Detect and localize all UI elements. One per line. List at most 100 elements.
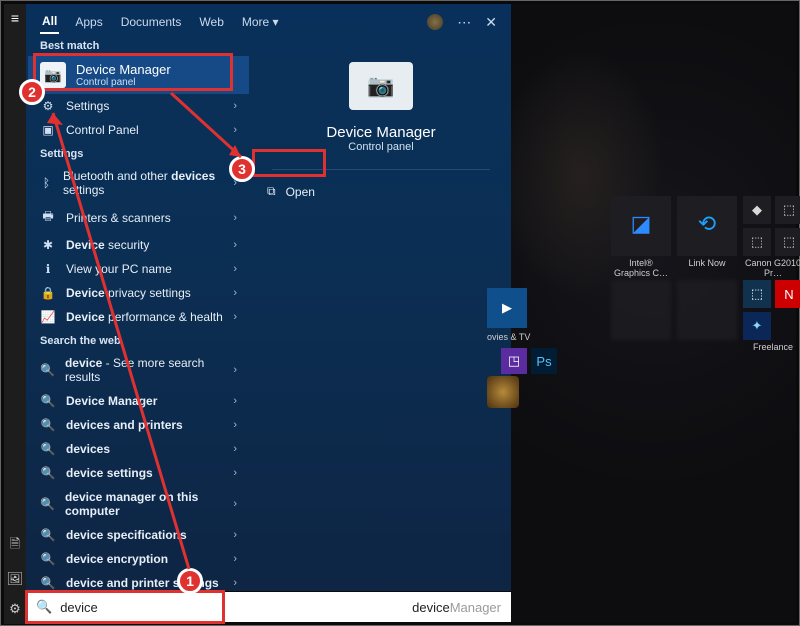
- search-icon: 🔍: [40, 418, 56, 432]
- settings-list-item[interactable]: 🔒 Device privacy settings ›: [26, 281, 251, 305]
- movies-tv-label: ovies & TV: [487, 332, 530, 342]
- chevron-right-icon: ›: [233, 239, 237, 251]
- result-icon: ℹ: [40, 262, 56, 276]
- search-icon: 🔍: [36, 599, 52, 615]
- result-label: devices: [66, 442, 110, 456]
- result-label: device encryption: [66, 552, 168, 566]
- result-label: devices and printers: [66, 418, 183, 432]
- app-tile-icon[interactable]: ◳: [501, 348, 527, 374]
- tab-web[interactable]: Web: [197, 11, 225, 33]
- chevron-right-icon: ›: [233, 443, 237, 455]
- result-icon: ᛒ: [40, 176, 53, 190]
- device-manager-icon: 📷: [40, 62, 66, 88]
- tile-canon-printer[interactable]: ◆ ⬚ ⬚ ⬚ Canon G2010 Pr…: [743, 196, 800, 272]
- rail-icon-document[interactable]: 🗎: [4, 528, 26, 564]
- mini-tile-icon[interactable]: ⬚: [775, 228, 800, 256]
- tile-link-now[interactable]: ⟲ Link Now: [677, 196, 737, 272]
- best-match-item[interactable]: 📷 Device Manager Control panel: [28, 56, 249, 94]
- chevron-right-icon: ›: [233, 100, 237, 112]
- chevron-right-icon: ›: [233, 498, 237, 510]
- result-label: device manager on this computer: [65, 490, 223, 518]
- chevron-right-icon: ›: [233, 311, 237, 323]
- web-list-item[interactable]: 🔍 device manager on this computer ›: [26, 485, 251, 523]
- rail-icon-pictures[interactable]: 🖼: [4, 564, 26, 594]
- preview-app-icon: 📷: [349, 62, 413, 110]
- search-panel: All Apps Documents Web More ▾ ⋯ ✕ Best m…: [26, 4, 511, 591]
- chevron-right-icon: ›: [233, 177, 237, 189]
- preview-divider: [272, 169, 490, 170]
- section-search-web: Search the web: [26, 329, 251, 351]
- tab-more[interactable]: More ▾: [240, 11, 281, 33]
- results-column: Best match 📷 Device Manager Control pane…: [26, 34, 251, 591]
- search-icon: 🔍: [40, 442, 56, 456]
- tile-intel-graphics[interactable]: ◪ Intel® Graphics C…: [611, 196, 671, 272]
- chevron-right-icon: ›: [233, 577, 237, 589]
- apps-list-item[interactable]: ⚙Settings›: [26, 94, 251, 118]
- web-list-item[interactable]: 🔍device encryption›: [26, 547, 251, 571]
- more-options-icon[interactable]: ⋯: [457, 14, 471, 31]
- result-icon: 🔒: [40, 286, 56, 300]
- result-label: Device security: [66, 238, 149, 252]
- screenshot-root: ≡ 🗎 🖼 ⚙ All Apps Documents Web More ▾ ⋯ …: [0, 0, 800, 626]
- result-label: Printers & scanners: [66, 211, 171, 225]
- search-icon: 🔍: [40, 363, 55, 377]
- result-icon: 🖶: [40, 207, 56, 228]
- netflix-icon[interactable]: N: [775, 280, 800, 308]
- tile-blurred[interactable]: [611, 280, 671, 356]
- chevron-right-icon: ›: [233, 467, 237, 479]
- result-label: Device Manager: [66, 394, 157, 408]
- settings-list-item[interactable]: 📈Device performance & health›: [26, 305, 251, 329]
- tile-freelance[interactable]: ⬚ N ✦ Freelance: [743, 280, 800, 356]
- web-list-item[interactable]: 🔍devices and printers›: [26, 413, 251, 437]
- settings-list-item[interactable]: 🖶Printers & scanners›: [26, 202, 251, 233]
- mini-tile-icon[interactable]: ⬚: [775, 196, 800, 224]
- web-list-item[interactable]: 🔍device - See more search results›: [26, 351, 251, 389]
- result-label: device and printer settings: [66, 576, 219, 590]
- start-left-rail: ≡ 🗎 🖼 ⚙: [4, 4, 26, 624]
- tab-documents[interactable]: Documents: [119, 11, 184, 33]
- rail-icon-settings[interactable]: ⚙: [4, 594, 26, 624]
- result-label: View your PC name: [66, 262, 172, 276]
- chevron-right-icon: ›: [233, 529, 237, 541]
- result-label: Control Panel: [66, 123, 139, 137]
- movies-tv-tile[interactable]: ▶: [487, 288, 527, 328]
- result-icon: ⚙: [40, 99, 56, 113]
- profile-avatar[interactable]: [427, 14, 443, 30]
- mini-tile-icon[interactable]: ⬚: [743, 280, 771, 308]
- tab-apps[interactable]: Apps: [73, 11, 104, 33]
- result-label: device - See more search results: [65, 356, 223, 384]
- web-list-item[interactable]: 🔍device and printer settings›: [26, 571, 251, 591]
- small-thumbnail[interactable]: [487, 376, 519, 408]
- web-list-item[interactable]: 🔍 device specifications ›: [26, 523, 251, 547]
- open-icon: ⧉: [267, 184, 276, 199]
- mini-tile-icon[interactable]: ⬚: [743, 228, 771, 256]
- preview-column: 📷 Device Manager Control panel ⧉ Open: [251, 34, 511, 591]
- web-list-item[interactable]: 🔍Device Manager›: [26, 389, 251, 413]
- settings-list-item[interactable]: ℹView your PC name›: [26, 257, 251, 281]
- result-label: device specifications: [66, 528, 187, 542]
- disney-icon[interactable]: ✦: [743, 312, 771, 340]
- best-match-subtitle: Control panel: [76, 77, 171, 88]
- result-label: Device privacy settings: [66, 286, 191, 300]
- close-icon[interactable]: ✕: [485, 14, 497, 31]
- settings-list-item[interactable]: ✱ Device security ›: [26, 233, 251, 257]
- preview-title: Device Manager: [326, 124, 435, 141]
- photoshop-icon[interactable]: Ps: [531, 348, 557, 374]
- apps-list-item[interactable]: ▣Control Panel›: [26, 118, 251, 142]
- mini-tile-icon[interactable]: ◆: [743, 196, 771, 224]
- search-icon: 🔍: [40, 528, 56, 542]
- tile-blurred[interactable]: [677, 280, 737, 356]
- search-icon: 🔍: [40, 497, 55, 511]
- web-list-item[interactable]: 🔍 devices ›: [26, 437, 251, 461]
- result-icon: 📈: [40, 310, 56, 324]
- tab-all[interactable]: All: [40, 10, 59, 34]
- chevron-right-icon: ›: [233, 287, 237, 299]
- settings-list-item[interactable]: ᛒBluetooth and other devices settings›: [26, 164, 251, 202]
- hamburger-icon[interactable]: ≡: [4, 4, 26, 32]
- section-settings: Settings: [26, 142, 251, 164]
- search-bar[interactable]: 🔍 deviceManager: [26, 592, 511, 622]
- result-icon: ✱: [40, 238, 56, 252]
- web-list-item[interactable]: 🔍device settings›: [26, 461, 251, 485]
- open-action[interactable]: ⧉ Open: [267, 184, 315, 199]
- chevron-right-icon: ›: [233, 124, 237, 136]
